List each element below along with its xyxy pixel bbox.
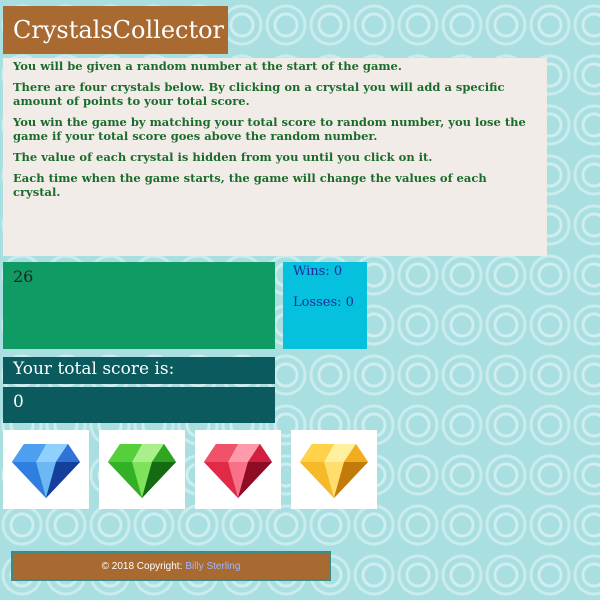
author-link[interactable]: Billy Sterling xyxy=(185,561,240,572)
random-number: 26 xyxy=(13,267,34,286)
instruction-line: The value of each crystal is hidden from… xyxy=(13,150,433,164)
footer: © 2018 Copyright: Billy Sterling xyxy=(11,551,331,581)
crystal-button-yellow[interactable] xyxy=(291,430,377,509)
instructions-panel: You will be given a random number at the… xyxy=(3,58,547,256)
instruction-line: Each time when the game starts, the game… xyxy=(13,171,487,199)
instruction-line: You win the game by matching your total … xyxy=(13,115,526,143)
crystal-button-blue[interactable] xyxy=(3,430,89,509)
copyright-text: © 2018 Copyright: xyxy=(101,560,183,572)
page-title: CrystalsCollector xyxy=(3,6,228,54)
instruction-line: There are four crystals below. By clicki… xyxy=(13,80,505,108)
instruction-line: You will be given a random number at the… xyxy=(13,59,402,73)
wins-counter: Wins: 0 xyxy=(293,264,343,279)
random-number-box: 26 xyxy=(3,262,275,349)
crystal-button-green[interactable] xyxy=(99,430,185,509)
score-label: Your total score is: xyxy=(3,357,275,384)
blue-crystal-icon xyxy=(12,443,80,498)
score-value: 0 xyxy=(3,387,275,423)
stats-box: Wins: 0 Losses: 0 xyxy=(283,262,367,349)
yellow-crystal-icon xyxy=(300,443,368,498)
crystal-button-red[interactable] xyxy=(195,430,281,509)
losses-counter: Losses: 0 xyxy=(293,295,354,310)
red-crystal-icon xyxy=(204,443,272,498)
green-crystal-icon xyxy=(108,443,176,498)
